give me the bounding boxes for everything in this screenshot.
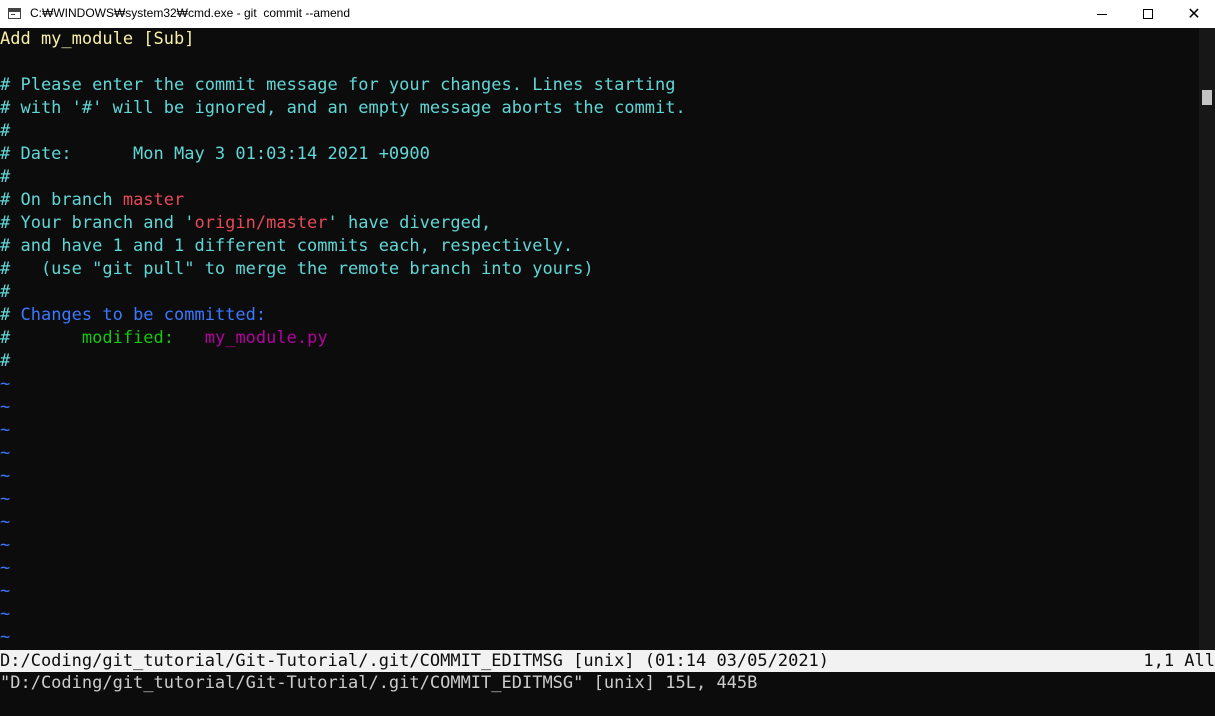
upstream-branch-name: origin/master [194, 213, 328, 233]
comment-line: # with '#' will be ignored, and an empty… [0, 98, 686, 118]
changes-header-line: # Changes to be committed: [0, 304, 266, 327]
empty-buffer-tilde: ~ [0, 535, 11, 555]
empty-buffer-tilde: ~ [0, 466, 11, 486]
empty-buffer-tilde: ~ [0, 558, 11, 578]
close-icon: ✕ [1187, 4, 1201, 23]
vertical-scrollbar[interactable] [1199, 28, 1215, 650]
window-title: C:₩WINDOWS₩system32₩cmd.exe - git commit… [30, 6, 351, 20]
close-button[interactable]: ✕ [1171, 0, 1215, 28]
changes-header-prefix: # [0, 305, 21, 325]
changes-header: Changes to be committed: [20, 305, 267, 325]
comment-line: # (use "git pull" to merge the remote br… [0, 259, 594, 279]
branch-line-prefix: # On branch [0, 190, 123, 210]
cmd-icon [8, 8, 21, 19]
empty-buffer-tilde: ~ [0, 374, 11, 394]
comment-line: # [0, 351, 11, 371]
comment-line: # and have 1 and 1 different commits eac… [0, 236, 574, 256]
maximize-button[interactable] [1125, 0, 1171, 28]
commit-subject-line[interactable]: Add my_module [Sub] [0, 28, 194, 51]
empty-buffer-tilde: ~ [0, 489, 11, 509]
modified-status: modified: [81, 328, 175, 348]
date-line: # Date: Mon May 3 01:03:14 2021 +0900 [0, 144, 430, 164]
modified-filename: my_module.py [204, 328, 328, 348]
comment-line: # [0, 121, 11, 141]
modified-line-prefix: # [0, 328, 82, 348]
empty-buffer-tilde: ~ [0, 512, 11, 532]
scrollbar-thumb[interactable] [1202, 90, 1212, 105]
status-cursor-position: 1,1 All [1143, 651, 1215, 671]
modified-gap [174, 328, 205, 348]
window-titlebar[interactable]: C:₩WINDOWS₩system32₩cmd.exe - git commit… [0, 0, 1215, 28]
minimize-icon [1097, 13, 1107, 15]
minimize-button[interactable] [1079, 0, 1125, 28]
modified-file-line: # modified: my_module.py [0, 327, 328, 350]
empty-buffer-tilde: ~ [0, 397, 11, 417]
diverged-line-suffix: ' have diverged, [327, 213, 492, 233]
empty-buffer-tilde: ~ [0, 581, 11, 601]
maximize-icon [1143, 9, 1153, 19]
comment-line: # [0, 282, 11, 302]
comment-line: # [0, 167, 11, 187]
status-file-info: D:/Coding/git_tutorial/Git-Tutorial/.git… [0, 651, 830, 671]
comment-line: # Please enter the commit message for yo… [0, 75, 676, 95]
vim-editor-buffer[interactable]: Add my_module [Sub] # Please enter the c… [0, 28, 1199, 650]
vim-status-line: D:/Coding/git_tutorial/Git-Tutorial/.git… [0, 650, 1215, 672]
empty-buffer-tilde: ~ [0, 604, 11, 624]
empty-buffer-tilde: ~ [0, 627, 11, 647]
vim-message-line: "D:/Coding/git_tutorial/Git-Tutorial/.gi… [0, 673, 758, 693]
branch-line: # On branch master [0, 189, 184, 212]
empty-buffer-tilde: ~ [0, 443, 11, 463]
diverged-line-prefix: # Your branch and ' [0, 213, 195, 233]
diverged-line: # Your branch and 'origin/master' have d… [0, 212, 491, 235]
branch-name: master [122, 190, 185, 210]
empty-buffer-tilde: ~ [0, 420, 11, 440]
